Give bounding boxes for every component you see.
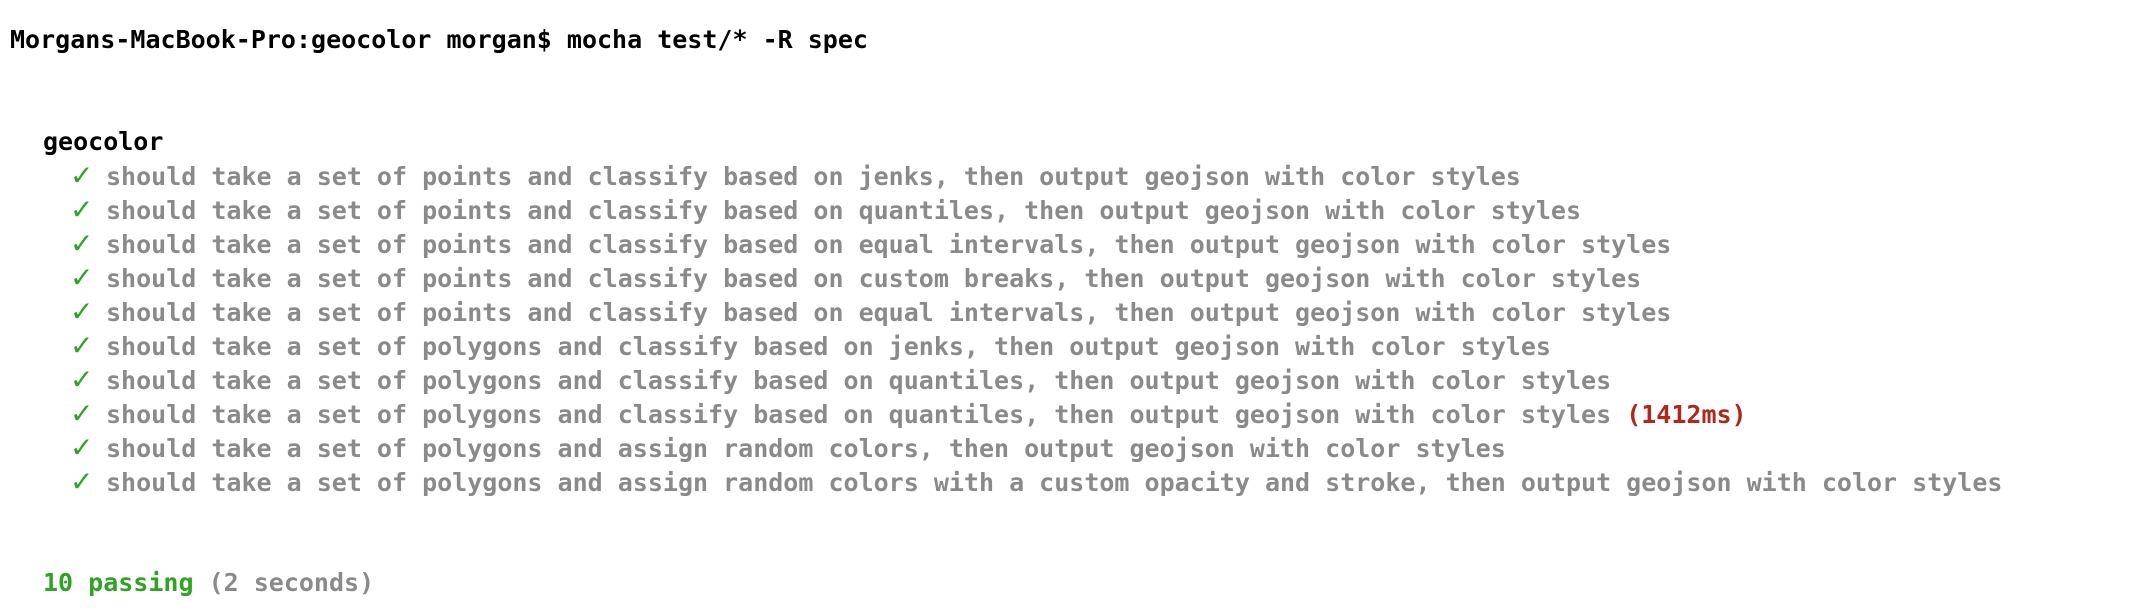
test-row: ✓ should take a set of polygons and class… — [70, 397, 2002, 431]
terminal-window: Morgans-MacBook-Pro:geocolor morgan$ moc… — [10, 0, 2140, 612]
test-row: ✓ should take a set of polygons and class… — [70, 329, 2002, 363]
check-icon: ✓ — [70, 363, 94, 396]
check-icon: ✓ — [70, 227, 94, 260]
test-list: ✓ should take a set of points and classif… — [70, 159, 2002, 499]
check-icon: ✓ — [70, 431, 94, 464]
elapsed-time: (2 seconds) — [208, 568, 375, 597]
check-icon: ✓ — [70, 397, 94, 430]
test-row: ✓ should take a set of polygons and assig… — [70, 431, 2002, 465]
command-prompt: Morgans-MacBook-Pro:geocolor morgan$ moc… — [10, 25, 868, 54]
test-row: ✓ should take a set of points and classif… — [70, 295, 2002, 329]
test-summary: 10 passing (2 seconds) — [43, 566, 374, 600]
check-icon: ✓ — [70, 329, 94, 362]
test-row: ✓ should take a set of points and classif… — [70, 227, 2002, 261]
test-row: ✓ should take a set of points and classif… — [70, 159, 2002, 193]
check-icon: ✓ — [70, 261, 94, 294]
passing-count: 10 passing — [43, 568, 194, 597]
test-title: should take a set of polygons and classi… — [106, 400, 1612, 429]
check-icon: ✓ — [70, 465, 94, 498]
test-title: should take a set of polygons and classi… — [106, 332, 1551, 361]
test-title: should take a set of polygons and assign… — [106, 434, 1506, 463]
check-icon: ✓ — [70, 295, 94, 328]
suite-title: geocolor — [43, 127, 164, 156]
test-row: ✓ should take a set of polygons and class… — [70, 363, 2002, 397]
check-icon: ✓ — [70, 193, 94, 226]
test-title: should take a set of points and classify… — [106, 264, 1642, 293]
check-icon: ✓ — [70, 159, 94, 192]
slow-duration-badge: (1412ms) — [1626, 400, 1747, 429]
test-title: should take a set of points and classify… — [106, 196, 1582, 225]
test-title: should take a set of polygons and classi… — [106, 366, 1612, 395]
test-row: ✓ should take a set of points and classif… — [70, 193, 2002, 227]
test-title: should take a set of points and classify… — [106, 298, 1672, 327]
test-title: should take a set of polygons and assign… — [106, 468, 2003, 497]
test-title: should take a set of points and classify… — [106, 162, 1521, 191]
test-title: should take a set of points and classify… — [106, 230, 1672, 259]
test-row: ✓ should take a set of polygons and assig… — [70, 465, 2002, 499]
test-row: ✓ should take a set of points and classif… — [70, 261, 2002, 295]
